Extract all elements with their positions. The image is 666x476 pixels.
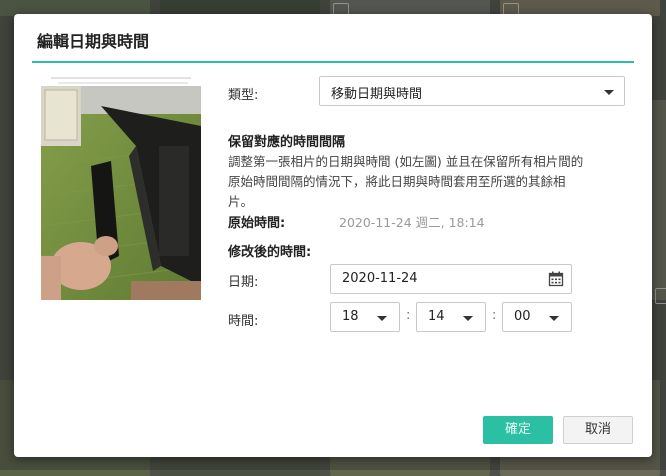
caret-down-icon <box>463 316 473 321</box>
preview-photo <box>41 86 201 300</box>
ok-button[interactable]: 確定 <box>483 416 553 444</box>
photo-stack-line <box>58 82 188 84</box>
date-label: 日期: <box>228 275 259 290</box>
cancel-button[interactable]: 取消 <box>563 416 633 444</box>
second-value: 00 <box>514 309 531 324</box>
date-field[interactable]: 2020-11-24 <box>330 264 572 294</box>
photo-stack-line <box>51 77 191 79</box>
title-divider <box>32 61 634 63</box>
edit-date-time-dialog: 編輯日期與時間 類型: 移動日期與時間 保留對應的時間間隔 調整第一張相片的日期… <box>14 14 652 457</box>
minute-value: 14 <box>428 309 445 324</box>
time-separator: : <box>406 308 411 323</box>
calendar-icon[interactable] <box>548 271 564 287</box>
date-field-value: 2020-11-24 <box>342 271 418 286</box>
original-time-value: 2020-11-24 週二, 18:14 <box>339 215 485 230</box>
second-select[interactable]: 00 <box>502 302 572 332</box>
type-select[interactable]: 移動日期與時間 <box>319 76 625 106</box>
hour-value: 18 <box>342 309 359 324</box>
caret-down-icon <box>549 316 559 321</box>
original-time-label: 原始時間: <box>228 216 286 231</box>
dialog-title: 編輯日期與時間 <box>37 32 150 51</box>
time-label: 時間: <box>228 314 259 329</box>
hour-select[interactable]: 18 <box>330 302 400 332</box>
type-select-value: 移動日期與時間 <box>331 87 423 102</box>
preview-photo-image <box>41 86 201 300</box>
caret-down-icon <box>604 90 614 95</box>
minute-select[interactable]: 14 <box>416 302 486 332</box>
section-description: 調整第一張相片的日期與時間 (如左圖) 並且在保留所有相片間的原始時間間隔的情況… <box>228 154 584 209</box>
time-separator: : <box>492 308 497 323</box>
section-heading: 保留對應的時間間隔 <box>228 135 346 150</box>
caret-down-icon <box>377 316 387 321</box>
type-label: 類型: <box>228 88 259 103</box>
modified-time-label: 修改後的時間: <box>228 245 312 260</box>
